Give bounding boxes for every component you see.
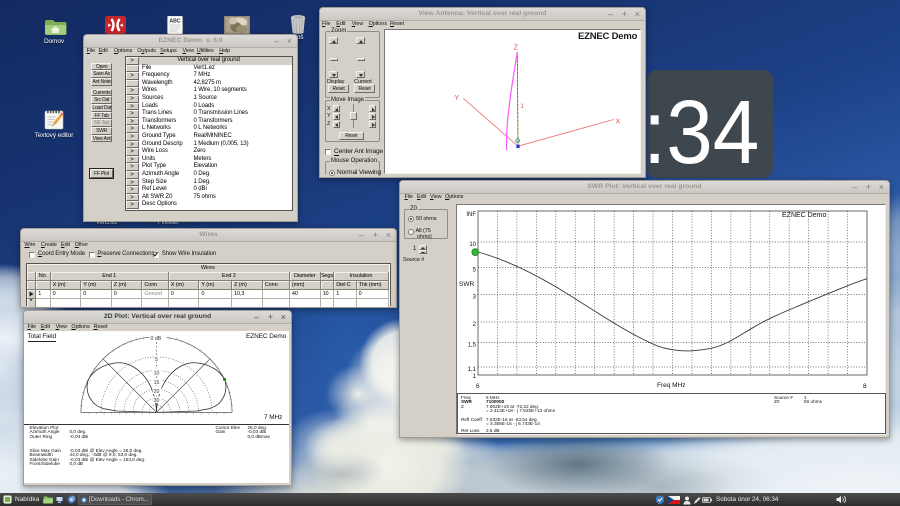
svg-text:X: X xyxy=(616,118,621,125)
svg-text:1: 1 xyxy=(473,374,477,380)
svg-text:3: 3 xyxy=(473,295,477,301)
svg-text:10: 10 xyxy=(154,371,160,377)
svg-text:ABC: ABC xyxy=(169,19,180,25)
svg-text:5: 5 xyxy=(473,268,477,274)
svg-text:6: 6 xyxy=(476,383,480,390)
svg-text:Y: Y xyxy=(455,95,460,102)
svg-text:1,5: 1,5 xyxy=(468,343,477,349)
svg-text:2: 2 xyxy=(473,322,477,328)
svg-text:Z: Z xyxy=(514,44,519,51)
svg-text:8: 8 xyxy=(863,383,867,390)
svg-text:INF: INF xyxy=(466,212,476,218)
svg-text:5: 5 xyxy=(155,357,158,363)
svg-text:SWR: SWR xyxy=(459,281,474,288)
svg-text:30: 30 xyxy=(154,398,160,404)
svg-text:10: 10 xyxy=(469,242,476,248)
svg-text:0 dB: 0 dB xyxy=(151,336,162,342)
svg-text:1,1: 1,1 xyxy=(468,367,477,373)
svg-text:1: 1 xyxy=(521,104,525,110)
svg-text:EZNEC Demo: EZNEC Demo xyxy=(782,212,826,219)
svg-text:Freq MHz: Freq MHz xyxy=(657,382,686,389)
svg-text:EZNEC Demo: EZNEC Demo xyxy=(578,31,638,42)
svg-text:15: 15 xyxy=(154,380,160,386)
svg-text:20: 20 xyxy=(154,389,160,395)
